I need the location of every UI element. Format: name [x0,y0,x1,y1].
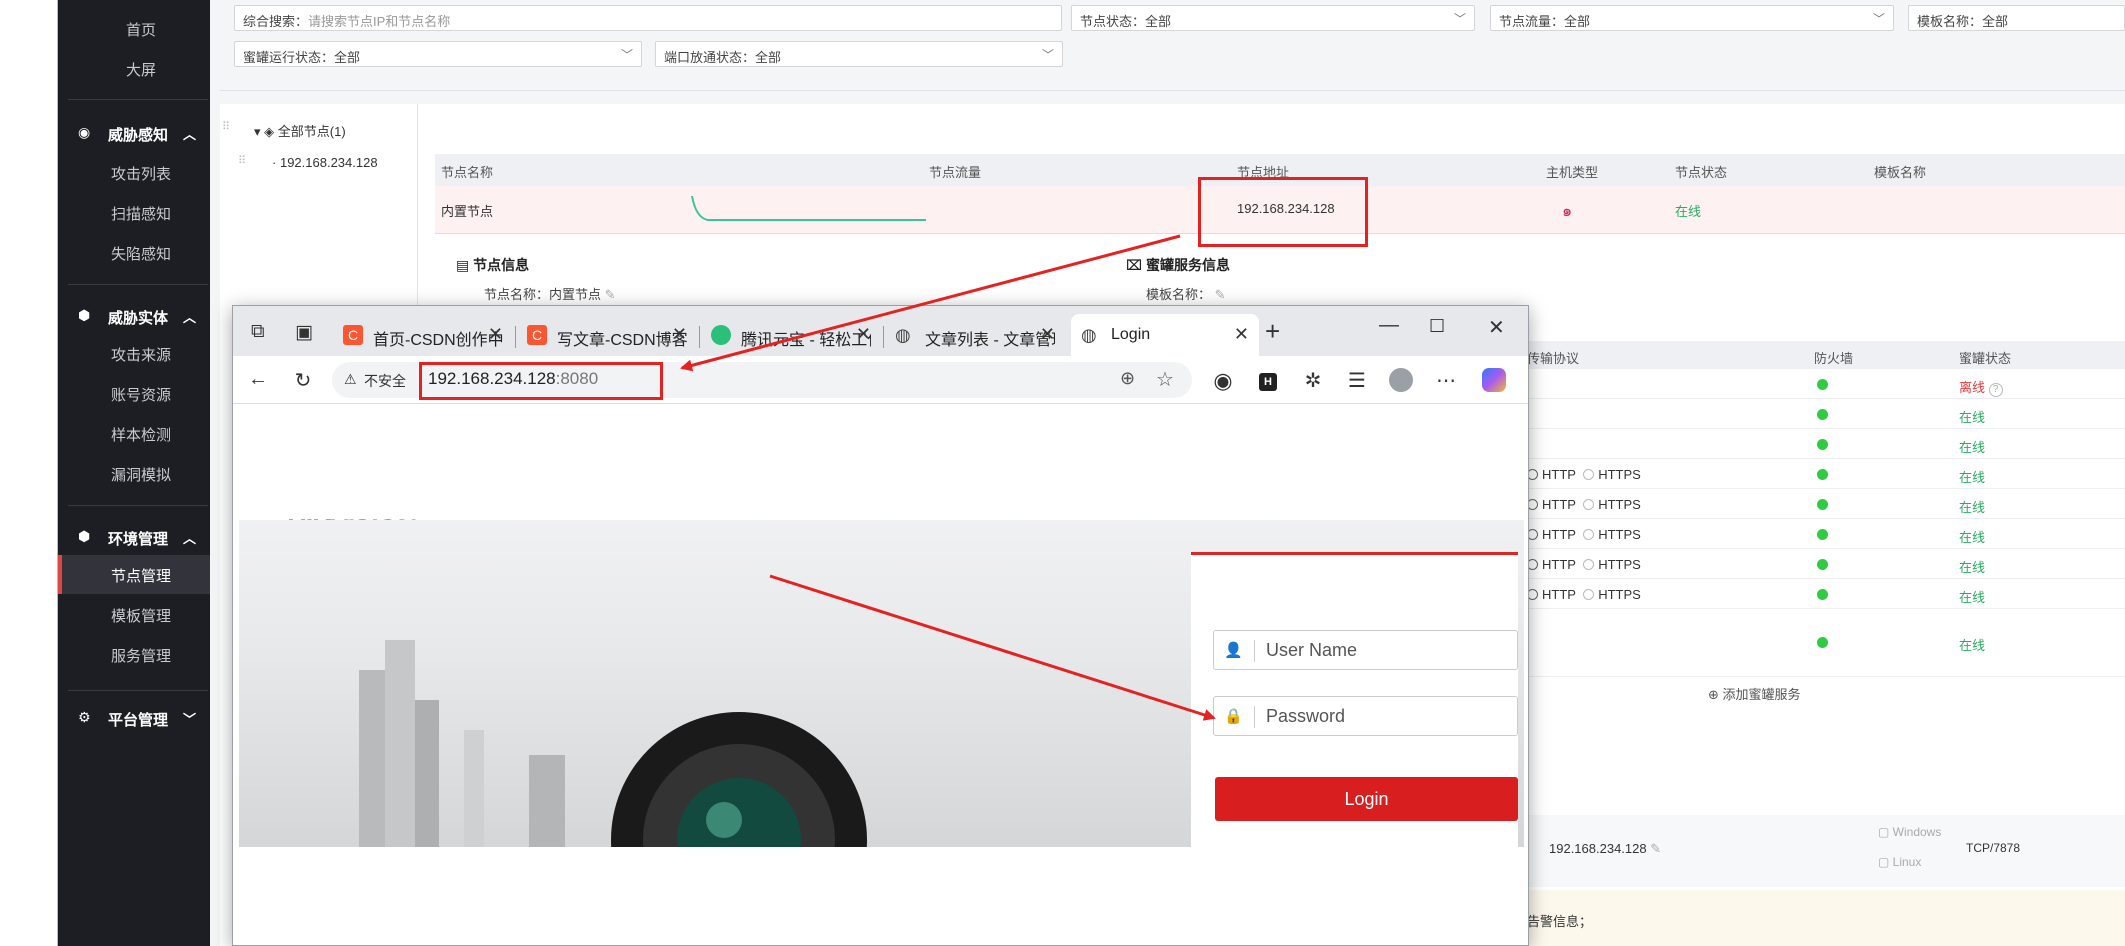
annotation-arrows [680,234,1216,721]
arrow-to-login-panel [769,574,1216,721]
arrow-address-to-url [680,234,1181,372]
